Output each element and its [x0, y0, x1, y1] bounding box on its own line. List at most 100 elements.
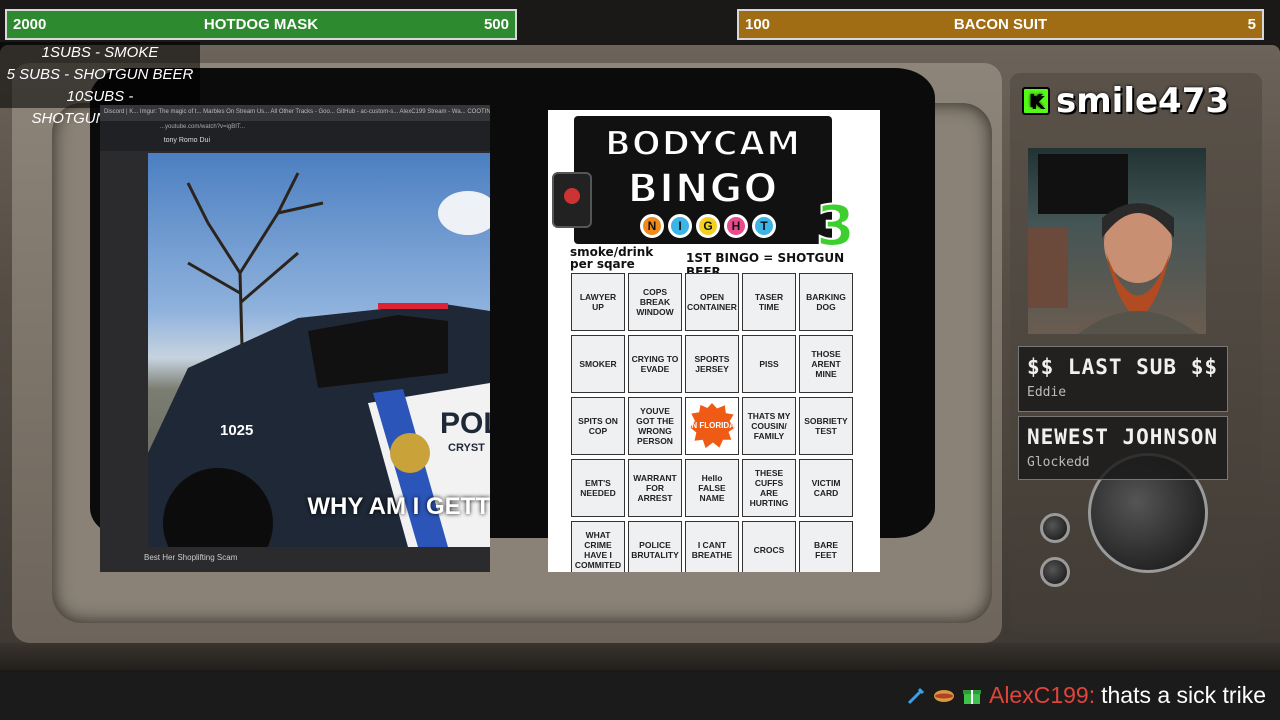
bingo-cell: POLICE BRUTALITY: [628, 521, 682, 572]
bingo-cell-label: PISS: [759, 359, 779, 369]
cloud: [438, 191, 490, 235]
bingo-cell-label: BARE FEET: [813, 540, 839, 560]
browser-address-bar[interactable]: ...youtube.com/watch?v=igBIT...: [100, 121, 490, 135]
bingo-cell: OPEN CONTAINER: [685, 273, 739, 331]
bingo-cell-label: OPEN CONTAINER: [687, 292, 737, 312]
bingo-cell-label: VICTIM CARD: [811, 478, 841, 498]
goal-bar-hotdog-mask: 2000 HOTDOG MASK 500: [5, 9, 517, 40]
chat-ticker: AlexC199: thats a sick trike: [0, 672, 1280, 720]
bingo-title-line1: BODYCAM: [604, 123, 802, 165]
streamer-shirt: [1078, 311, 1198, 334]
bingo-cell: WHAT CRIME HAVE I COMMITED: [571, 521, 625, 572]
bingo-cell: VICTIM CARD: [799, 459, 853, 517]
bingo-cell: SOBRIETY TEST: [799, 397, 853, 455]
bingo-card: BODYCAM BINGO N I G H T 3 smoke/drink pe…: [548, 110, 880, 572]
car-number: 1025: [220, 422, 253, 439]
gift-icon: [961, 685, 983, 707]
bingo-cell-label: THOSE ARENT MINE: [811, 349, 841, 379]
video-search-text: tony Romo Dui: [100, 135, 490, 151]
bingo-cell: COPS BREAK WINDOW: [628, 273, 682, 331]
bingo-cell-label: CRYING TO EVADE: [631, 354, 679, 374]
bodycam-icon: [552, 172, 592, 228]
tv-knob-small-1: [1040, 513, 1070, 543]
sub-rules-panel: 1SUBS - SMOKE 5 SUBS - SHOTGUN BEER 10SU…: [0, 42, 200, 127]
light-bar: [378, 303, 448, 309]
chat-text: thats a sick trike: [1101, 682, 1266, 708]
hotdog-icon: [933, 685, 955, 707]
night-ball-t: T: [752, 214, 776, 238]
night-ball-h: H: [724, 214, 748, 238]
bingo-cell-label: IN FLORIDA: [689, 403, 735, 449]
bingo-cell-label: BARKING DOG: [806, 292, 846, 312]
goal-right-title: BACON SUIT: [953, 16, 1048, 33]
bingo-cell-label: EMT'S NEEDED: [580, 478, 616, 498]
door-subtext: CRYST: [448, 442, 485, 454]
webcam-feed: [1028, 148, 1206, 334]
bingo-grid: LAWYER UP COPS BREAK WINDOW OPEN CONTAINER…: [571, 273, 859, 572]
newest-title: NEWEST JOHNSON: [1027, 425, 1219, 449]
bingo-cell: CROCS: [742, 521, 796, 572]
bingo-cell-label: SMOKER: [579, 359, 617, 369]
bingo-cell-label: WARRANT FOR ARREST: [633, 473, 677, 503]
bingo-cell: BARKING DOG: [799, 273, 853, 331]
night-ball-g: G: [696, 214, 720, 238]
door-text: POL: [440, 407, 490, 440]
bingo-cell: THATS MY COUSIN/ FAMILY: [742, 397, 796, 455]
channel-name: smile473: [1056, 81, 1230, 121]
bingo-cell-label: COPS BREAK WINDOW: [636, 287, 674, 317]
newest-follower-box: NEWEST JOHNSON Glockedd: [1018, 416, 1228, 480]
bingo-cell: PISS: [742, 335, 796, 393]
stream-overlay: 2000 HOTDOG MASK 500 100 BACON SUIT 5 1S…: [0, 0, 1280, 720]
bingo-cell: SPORTS JERSEY: [685, 335, 739, 393]
last-sub-title: $$ LAST SUB $$: [1027, 355, 1219, 379]
night-ball-i: I: [668, 214, 692, 238]
bingo-cell: BARE FEET: [799, 521, 853, 572]
bingo-cell: Hello FALSE NAME: [685, 459, 739, 517]
tv-knob-small-2: [1040, 557, 1070, 587]
bingo-cell: THOSE ARENT MINE: [799, 335, 853, 393]
goal-right-start: 100: [745, 16, 771, 33]
bingo-edition-number: 3: [815, 193, 856, 260]
goal-left-title: HOTDOG MASK: [203, 16, 319, 33]
bingo-cell: SPITS ON COP: [571, 397, 625, 455]
last-sub-name: Eddie: [1027, 385, 1067, 400]
bingo-cell-label: SPITS ON COP: [578, 416, 618, 436]
sword-icon: [905, 685, 927, 707]
goal-bar-bacon-suit: 100 BACON SUIT 5: [737, 9, 1264, 40]
video-caption: WHY AM I GETT: [307, 493, 490, 520]
bingo-cell: CRYING TO EVADE: [628, 335, 682, 393]
newest-name: Glockedd: [1027, 455, 1090, 470]
goal-right-end: 5: [1247, 16, 1256, 33]
bingo-cell: I CANT BREATHE: [685, 521, 739, 572]
chat-message: AlexC199: thats a sick trike: [905, 682, 1266, 709]
browser-video-capture: Discord | K... Imgur: The magic of t... …: [100, 105, 490, 572]
bingo-title-line2: BINGO: [627, 165, 779, 213]
police-star: [390, 433, 430, 473]
video-footer-title: Best Her Shoplifting Scam: [144, 553, 238, 562]
bingo-cell-label: SOBRIETY TEST: [804, 416, 848, 436]
bingo-cell: THESE CUFFS ARE HURTING: [742, 459, 796, 517]
bingo-cell-label: SPORTS JERSEY: [694, 354, 730, 374]
video-frame: 1025 POL CRYST WHY AM I GETT: [148, 153, 490, 547]
bingo-cell: IN FLORIDA: [685, 397, 739, 455]
bingo-cell-label: Hello FALSE NAME: [698, 473, 726, 503]
bingo-cell-label: THATS MY COUSIN/ FAMILY: [747, 411, 791, 441]
bingo-title-banner: BODYCAM BINGO N I G H T 3: [574, 116, 856, 260]
background-monitor: [1038, 154, 1128, 214]
last-sub-box: $$ LAST SUB $$ Eddie: [1018, 346, 1228, 412]
browser-tab-strip[interactable]: Discord | K... Imgur: The magic of t... …: [100, 105, 490, 121]
bingo-cell: WARRANT FOR ARREST: [628, 459, 682, 517]
chat-username[interactable]: AlexC199:: [989, 682, 1095, 709]
bingo-cell-label: LAWYER UP: [579, 292, 617, 312]
kick-logo-icon: K: [1022, 87, 1050, 115]
night-balls: N I G H T: [640, 214, 776, 238]
bingo-cell: LAWYER UP: [571, 273, 625, 331]
tv-base: [0, 643, 1280, 670]
bingo-cell: SMOKER: [571, 335, 625, 393]
bingo-cell-label: CROCS: [753, 545, 785, 555]
bingo-rule-left: smoke/drink per sqare: [570, 245, 654, 271]
night-ball-n: N: [640, 214, 664, 238]
bingo-cell: TASER TIME: [742, 273, 796, 331]
sub-rule-2: 5 SUBS - SHOTGUN BEER: [6, 66, 194, 83]
bingo-cell-label: YOUVE GOT THE WRONG PERSON: [636, 406, 674, 446]
